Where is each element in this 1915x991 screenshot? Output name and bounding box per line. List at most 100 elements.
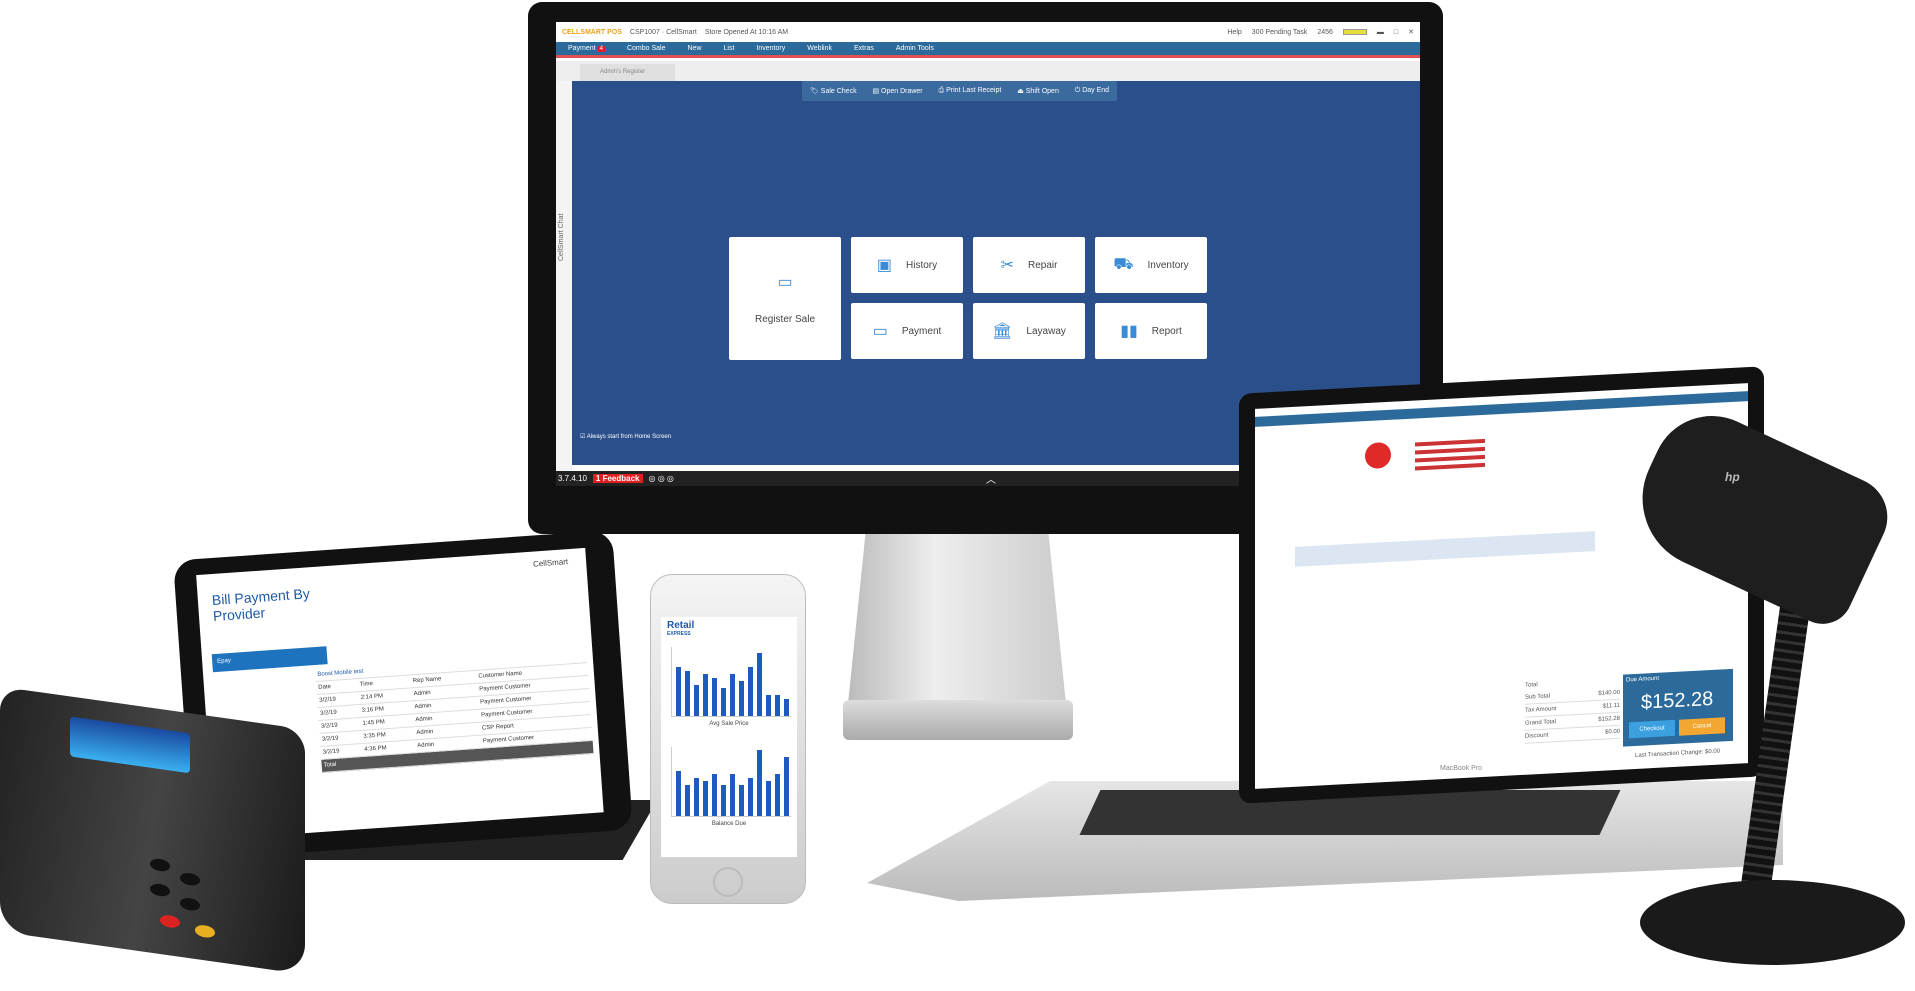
chart-bar — [703, 674, 708, 716]
menu-inventory[interactable]: Inventory — [756, 45, 785, 52]
expand-caret-icon[interactable]: ︿ — [986, 471, 996, 486]
minimize-button[interactable]: ▬ — [1377, 29, 1384, 36]
scanner-base — [1640, 880, 1905, 965]
version: 3.7.4.10 — [558, 474, 587, 483]
notification-icons[interactable]: ◎ ◎ ◎ — [649, 474, 674, 483]
maximize-button[interactable]: □ — [1394, 29, 1398, 36]
print-receipt-button[interactable]: ⎙ Print Last Receipt — [939, 87, 1002, 95]
tile-register-sale[interactable]: ▭ Register Sale — [729, 237, 841, 360]
tablet-brand: CellSmart — [532, 557, 569, 569]
chart-bar — [676, 667, 681, 716]
card-icon: ▭ — [872, 323, 888, 340]
monitor-stand — [848, 534, 1066, 704]
last-transaction: Last Transaction Change: $0.00 — [1635, 748, 1721, 760]
bar-chart — [1415, 438, 1485, 447]
menu-combo-sale[interactable]: Combo Sale — [627, 45, 666, 52]
laptop-brand: MacBook Pro — [1440, 765, 1483, 772]
title-bar: CELLSMART POS CSP1007 · CellSmart Store … — [556, 22, 1420, 42]
register-icon: ▭ — [777, 274, 793, 291]
main-menu: Payment 4 Combo Sale New List Inventory W… — [556, 42, 1420, 58]
chart-bar — [694, 777, 699, 816]
chart-bar — [721, 688, 726, 716]
chart-bar — [766, 695, 771, 716]
chat-label[interactable]: CellSmart Chat — [558, 214, 565, 261]
menu-weblink[interactable]: Weblink — [807, 45, 832, 52]
chart-bar — [784, 698, 789, 716]
chart-bar — [748, 777, 753, 816]
tile-repair[interactable]: ✂ Repair — [973, 237, 1085, 293]
chart-bar — [766, 781, 771, 816]
chart-bar — [748, 667, 753, 716]
home-button[interactable] — [713, 867, 743, 897]
retail-express-logo: Retail EXPRESS — [667, 620, 695, 638]
chart-bar — [775, 695, 780, 716]
bar-chart-icon: ▮▮ — [1120, 323, 1138, 340]
chart-bar — [676, 770, 681, 816]
tile-payment[interactable]: ▭ Payment — [851, 303, 963, 359]
store-opened: Store Opened At 10:16 AM — [704, 28, 789, 36]
chart-bar — [775, 774, 780, 816]
pie-chart — [1365, 441, 1391, 470]
chart-caption: Balance Due — [711, 821, 747, 827]
feedback-button[interactable]: 1 Feedback — [592, 474, 643, 483]
tab-admins-register[interactable]: Admin's Register — [580, 64, 675, 81]
home-screen-checkbox[interactable]: ☑ Always start from Home Screen — [580, 433, 671, 440]
cancel-button[interactable]: Cancel — [1679, 717, 1725, 736]
tile-history[interactable]: ▣ History — [851, 237, 963, 293]
chart-bar — [712, 677, 717, 716]
menu-payment[interactable]: Payment 4 — [568, 45, 605, 52]
hp-logo: hp — [1725, 470, 1740, 484]
monitor-foot — [843, 700, 1073, 740]
chart-bar — [739, 784, 744, 816]
cart-row[interactable] — [1295, 531, 1595, 567]
due-amount: $152.28 — [1641, 687, 1714, 714]
tile-layaway[interactable]: 🏛 Layaway — [973, 303, 1085, 359]
totals-panel: Total Sub Total $140.00 Tax Amount $11.11 … — [1525, 675, 1620, 752]
chart-bar — [694, 684, 699, 716]
day-end-button[interactable]: ⏻ Day End — [1075, 87, 1109, 95]
sale-check-button[interactable]: 🏷 Sale Check — [810, 87, 857, 95]
avg-sale-price-chart — [671, 647, 791, 717]
smartphone: Retail EXPRESS Avg Sale Price Balance Due — [650, 574, 806, 904]
payment-badge: 4 — [597, 46, 605, 52]
menu-new[interactable]: New — [688, 45, 702, 52]
shift-open-button[interactable]: ⏏ Shift Open — [1017, 87, 1059, 95]
menu-list[interactable]: List — [724, 45, 735, 52]
chart-bar — [721, 784, 726, 816]
app-logo: CELLSMART POS — [562, 28, 622, 36]
chart-bar — [685, 670, 690, 716]
chart-bar — [712, 774, 717, 816]
chart-bar — [685, 784, 690, 816]
menu-admin-tools[interactable]: Admin Tools — [896, 45, 934, 52]
pending-tasks[interactable]: 300 Pending Task — [1252, 29, 1308, 36]
reader-screen — [70, 716, 190, 774]
chart-bar — [757, 653, 762, 716]
card-reader — [0, 686, 305, 975]
report-table: Boost Mobile test Date Time Rep Name Custom… — [314, 650, 594, 773]
chart-bar — [739, 681, 744, 716]
chart-bar — [730, 674, 735, 716]
open-drawer-button[interactable]: ▤ Open Drawer — [872, 87, 922, 95]
history-icon: ▣ — [876, 257, 892, 274]
action-bar: 🏷 Sale Check ▤ Open Drawer ⎙ Print Last … — [802, 81, 1117, 101]
battery-icon — [1342, 29, 1367, 35]
bank-icon: 🏛 — [992, 323, 1013, 340]
tab-strip — [556, 61, 1420, 81]
tools-icon: ✂ — [1000, 257, 1014, 274]
left-rail: CellSmart Chat — [556, 81, 572, 471]
chart-bar — [730, 774, 735, 816]
balance-due-chart — [671, 747, 791, 817]
provider-bar[interactable]: Epay — [211, 646, 328, 673]
laptop-menu-bar — [1255, 391, 1748, 427]
menu-extras[interactable]: Extras — [854, 45, 874, 52]
phone-screen: Retail EXPRESS Avg Sale Price Balance Due — [661, 617, 797, 857]
chart-bar — [757, 749, 762, 816]
chart-bar — [784, 756, 789, 816]
store-info: CSP1007 · CellSmart — [629, 28, 697, 36]
chart-caption: Avg Sale Price — [709, 721, 749, 727]
help-link[interactable]: Help — [1227, 29, 1241, 36]
checkout-button[interactable]: Checkout — [1629, 719, 1675, 739]
close-button[interactable]: ✕ — [1408, 28, 1414, 36]
tile-inventory[interactable]: ⛟ Inventory — [1095, 237, 1207, 293]
tile-report[interactable]: ▮▮ Report — [1095, 303, 1207, 359]
